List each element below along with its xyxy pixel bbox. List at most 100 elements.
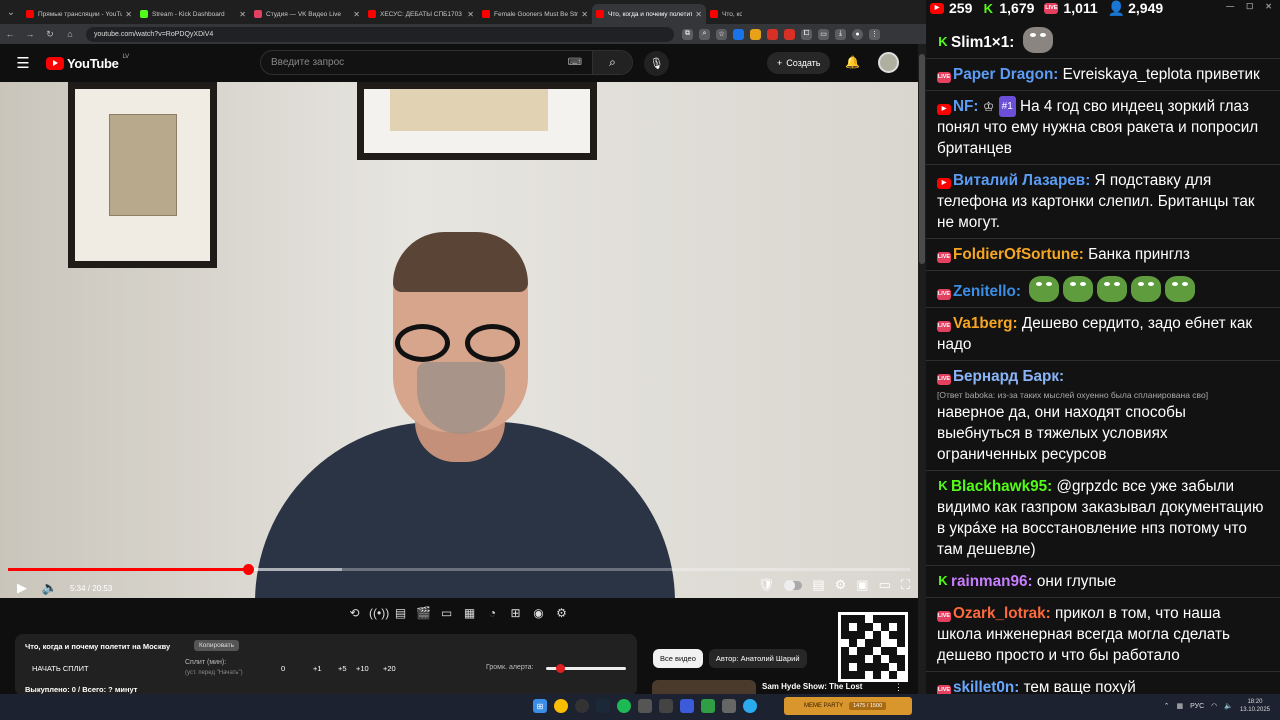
- start-split-button[interactable]: НАЧАТЬ СПЛИТ: [32, 664, 89, 673]
- chat-nick[interactable]: Va1berg:: [953, 315, 1018, 332]
- wifi-icon[interactable]: ◠: [1211, 702, 1217, 710]
- browser-tab[interactable]: Прямые трансляции - YouTube ✕: [22, 4, 136, 24]
- add-5-button[interactable]: +5: [338, 664, 347, 673]
- forward-icon[interactable]: →: [20, 29, 40, 39]
- bookmark-star-icon[interactable]: ☆: [716, 28, 727, 40]
- play-icon[interactable]: ▶: [8, 580, 36, 596]
- cast-icon[interactable]: ▤: [392, 606, 409, 620]
- chat-nick[interactable]: Zenitello:: [953, 283, 1021, 300]
- sidebar-icon[interactable]: ▭: [818, 28, 829, 40]
- steam-icon[interactable]: [596, 699, 610, 713]
- browser-tab[interactable]: ХЕСУС: ДЕБАТЫ СПБ1703 И ✕: [364, 4, 478, 24]
- chat-nick[interactable]: Blackhawk95:: [951, 478, 1052, 495]
- copy-button[interactable]: Копировать: [194, 640, 239, 651]
- telegram-icon[interactable]: [743, 699, 757, 713]
- keyboard-icon[interactable]: ⌨: [568, 57, 582, 68]
- puzzle-icon[interactable]: ⧠: [801, 28, 812, 40]
- theater-mode-icon[interactable]: ▭: [879, 577, 891, 593]
- windows-start-icon[interactable]: ⊞: [533, 699, 547, 713]
- download-icon[interactable]: ⤓: [835, 28, 846, 40]
- clock[interactable]: 18:20 13.10.2025: [1240, 698, 1270, 714]
- speaker-icon[interactable]: 🔈: [1224, 702, 1233, 710]
- home-icon[interactable]: ⌂: [60, 29, 80, 39]
- slider-knob[interactable]: [556, 664, 565, 673]
- add-icon[interactable]: ⊞: [507, 606, 524, 620]
- chrome-icon[interactable]: [554, 699, 568, 713]
- microphone-icon[interactable]: 🎙: [644, 51, 669, 76]
- app-icon[interactable]: [722, 699, 736, 713]
- extension-icon[interactable]: [733, 28, 744, 40]
- minimize-icon[interactable]: —: [1226, 2, 1234, 11]
- screenshot-camera-icon[interactable]: ◉: [530, 606, 547, 620]
- search-icon[interactable]: ⌕: [592, 51, 632, 74]
- close-tab-icon[interactable]: ✕: [239, 10, 246, 19]
- chip-author[interactable]: Автор: Анатолий Шарий: [708, 649, 807, 668]
- settings-gear-icon[interactable]: ⚙: [553, 606, 570, 620]
- chat-nick[interactable]: NF:: [953, 98, 979, 115]
- menu-dots-icon[interactable]: ⋮: [869, 28, 880, 40]
- chat-nick[interactable]: skillet0n:: [953, 679, 1019, 694]
- app-icon[interactable]: [638, 699, 652, 713]
- lang-indicator[interactable]: РУС: [1190, 703, 1204, 710]
- add-1-button[interactable]: +1: [313, 664, 322, 673]
- extension-icon[interactable]: [784, 28, 795, 40]
- speed-gauge-icon[interactable]: ◔: [484, 606, 501, 620]
- autoplay-toggle[interactable]: [784, 579, 803, 591]
- chat-nick[interactable]: Бернард Барк:: [953, 368, 1064, 385]
- close-tab-icon[interactable]: ✕: [581, 10, 588, 19]
- more-options-icon[interactable]: ⋮: [894, 682, 903, 693]
- fullscreen-icon[interactable]: ⛶: [901, 577, 910, 593]
- scrollbar-thumb[interactable]: [919, 54, 925, 264]
- browser-tab[interactable]: Что, когда и почему п: [706, 4, 746, 24]
- hamburger-menu-icon[interactable]: ☰: [0, 54, 46, 72]
- scrubber-handle[interactable]: [242, 564, 254, 575]
- clapper-icon[interactable]: 🎬: [415, 606, 432, 620]
- close-icon[interactable]: ✕: [1265, 2, 1272, 11]
- browser-tab[interactable]: Female Gooners Must Be Stre ✕: [478, 4, 592, 24]
- alert-volume-slider[interactable]: [546, 664, 626, 673]
- notifications-bell-icon[interactable]: 🔔: [845, 55, 860, 69]
- close-tab-icon[interactable]: ✕: [353, 10, 360, 19]
- spotify-icon[interactable]: [617, 699, 631, 713]
- meme-party-widget[interactable]: MEME PARTY 1475 / 1500: [784, 697, 912, 715]
- zoom-icon[interactable]: ⌕: [699, 28, 710, 40]
- crop-icon[interactable]: ▭: [438, 606, 455, 620]
- chip-all-videos[interactable]: Все видео: [653, 649, 703, 668]
- maximize-icon[interactable]: ☐: [1246, 2, 1253, 11]
- app-icon[interactable]: [680, 699, 694, 713]
- chat-nick[interactable]: Ozark_lotrak:: [953, 605, 1051, 622]
- install-app-icon[interactable]: ⧉: [682, 28, 693, 40]
- app-icon[interactable]: [659, 699, 673, 713]
- search-input[interactable]: Введите запрос: [261, 57, 568, 68]
- reload-icon[interactable]: ↻: [40, 29, 60, 40]
- close-tab-icon[interactable]: ✕: [467, 10, 474, 19]
- tab-search-icon[interactable]: ⌄: [0, 0, 22, 24]
- extension-icon[interactable]: [767, 28, 778, 40]
- create-button[interactable]: + Создать: [767, 52, 831, 74]
- audio-icon[interactable]: ((•)): [369, 606, 389, 620]
- progress-bar[interactable]: [8, 564, 910, 575]
- back-icon[interactable]: ←: [0, 29, 20, 39]
- chat-nick[interactable]: rainman96:: [951, 573, 1033, 590]
- video-player[interactable]: ▶ 🔈 5:34 / 20:53 🛡 ▤ ⚙ ▣ ▭ ⛶: [0, 82, 918, 598]
- address-bar[interactable]: youtube.com/watch?v=RoPDQyXDiV4: [86, 26, 674, 42]
- profile-icon[interactable]: ●: [852, 28, 863, 40]
- chat-nick[interactable]: Slim1×1:: [951, 34, 1014, 51]
- recommendation-thumbnail[interactable]: [652, 680, 756, 694]
- recommendation-title[interactable]: Sam Hyde Show: The Lost: [762, 682, 862, 691]
- shield-icon[interactable]: 🛡: [758, 577, 775, 593]
- browser-tab[interactable]: Stream - Kick Dashboard ✕: [136, 4, 250, 24]
- chat-nick[interactable]: FoldierOfSortune:: [953, 246, 1084, 263]
- chat-nick[interactable]: Виталий Лазарев:: [953, 172, 1090, 189]
- miniplayer-icon[interactable]: ▣: [856, 577, 868, 593]
- close-tab-icon[interactable]: ✕: [695, 10, 702, 19]
- browser-tab-active[interactable]: Что, когда и почему полетит ✕: [592, 4, 706, 24]
- search-box[interactable]: Введите запрос ⌨ ⌕: [260, 50, 633, 75]
- add-20-button[interactable]: +20: [383, 664, 396, 673]
- subtitles-icon[interactable]: ▤: [812, 577, 824, 593]
- page-scrollbar[interactable]: [918, 44, 926, 694]
- chat-nick[interactable]: Paper Dragon:: [953, 66, 1058, 83]
- app-icon[interactable]: [701, 699, 715, 713]
- extension-icon[interactable]: [750, 28, 761, 40]
- browser-tab[interactable]: Студия — VK Видео Live ✕: [250, 4, 364, 24]
